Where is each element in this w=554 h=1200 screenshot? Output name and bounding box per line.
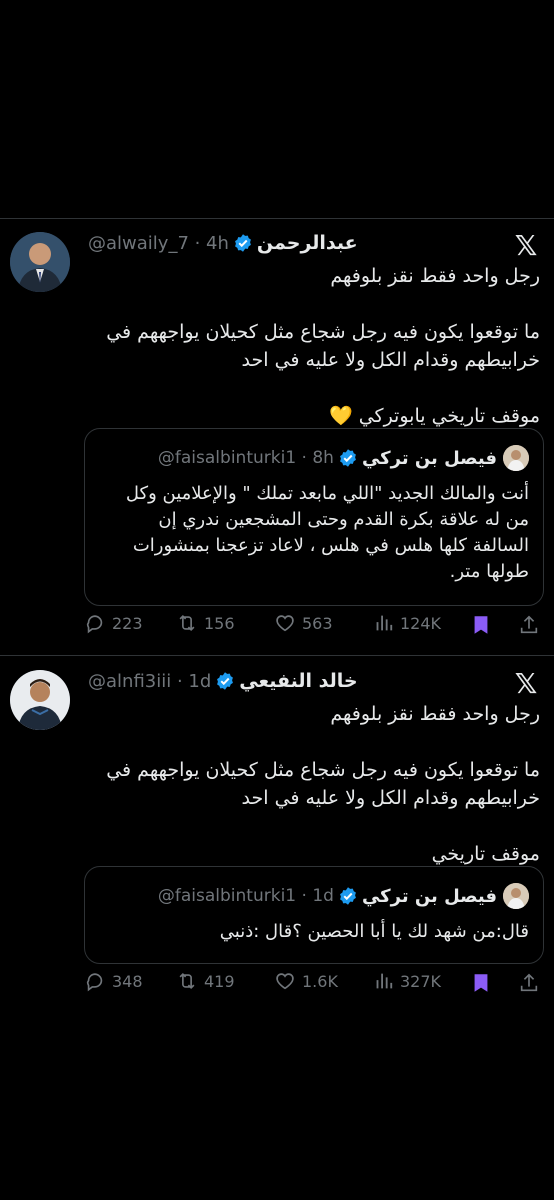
quote-handle: @faisalbinturki1 · 8h — [157, 448, 334, 468]
quote-header: @faisalbinturki1 · 8h فيصل بن تركي — [158, 445, 529, 471]
quote-avatar — [503, 445, 529, 471]
bookmark-icon[interactable] — [470, 972, 492, 994]
reply-icon — [86, 973, 103, 992]
retweet-button[interactable]: 156 — [176, 612, 235, 634]
quote-text: أنت والمالك الجديد "اللي مابعد تملك " وا… — [120, 483, 529, 582]
quoted-tweet[interactable]: @faisalbinturki1 · 8h فيصل بن تركي أنت و… — [84, 428, 544, 606]
handle[interactable]: @alwaily_7 · 4h — [88, 233, 229, 254]
tweet-1[interactable]: 𝕏 @alwaily_7 · 4h عبدالرحمن رجل واحد فقط… — [0, 218, 554, 654]
x-logo-icon: 𝕏 — [514, 667, 538, 700]
tweet-header: @alnfi3iii · 1d خالد النفيعي — [88, 666, 358, 696]
reply-button[interactable]: 348 — [84, 970, 143, 992]
quote-text: قال:من شهد لك يا أبا الحصين ؟قال :ذنبي — [219, 921, 529, 942]
reply-button[interactable]: 223 — [84, 612, 143, 634]
quote-display-name: فيصل بن تركي — [361, 885, 497, 907]
heart-icon — [276, 973, 294, 990]
views-icon — [376, 615, 393, 631]
display-name[interactable]: خالد النفيعي — [239, 670, 357, 692]
like-count: 1.6K — [302, 971, 338, 991]
quote-handle: @faisalbinturki1 · 1d — [157, 886, 334, 906]
reply-icon — [86, 615, 103, 634]
retweet-count: 419 — [204, 971, 235, 991]
quoted-tweet[interactable]: @faisalbinturki1 · 1d فيصل بن تركي قال:م… — [84, 866, 544, 964]
quote-display-name: فيصل بن تركي — [361, 447, 497, 469]
retweet-count: 156 — [204, 613, 235, 633]
views-icon — [376, 973, 393, 989]
x-logo-icon: 𝕏 — [514, 229, 538, 262]
like-button[interactable]: 563 — [274, 612, 333, 634]
retweet-icon — [179, 972, 195, 990]
handle[interactable]: @alnfi3iii · 1d — [88, 671, 211, 692]
verified-badge-icon — [340, 887, 356, 905]
tweet-text: رجل واحد فقط نقز بلوفهم ما توقعوا يكون ف… — [106, 703, 540, 865]
heart-icon — [276, 615, 294, 632]
share-icon[interactable] — [518, 614, 540, 636]
like-count: 563 — [302, 613, 333, 633]
tweet-actions: 348 419 1.6K 327K — [0, 970, 554, 1000]
bookmark-icon[interactable] — [470, 614, 492, 636]
avatar[interactable] — [10, 232, 70, 292]
avatar[interactable] — [10, 670, 70, 730]
tweet-actions: 223 156 563 124K — [0, 612, 554, 642]
share-icon[interactable] — [518, 972, 540, 994]
views-button[interactable]: 124K — [372, 612, 441, 634]
display-name[interactable]: عبدالرحمن — [257, 232, 358, 254]
retweet-icon — [179, 614, 195, 632]
views-button[interactable]: 327K — [372, 970, 441, 992]
views-count: 124K — [400, 613, 442, 633]
retweet-button[interactable]: 419 — [176, 970, 235, 992]
quote-header: @faisalbinturki1 · 1d فيصل بن تركي — [158, 883, 529, 909]
views-count: 327K — [400, 971, 442, 991]
tweet-text: رجل واحد فقط نقز بلوفهم ما توقعوا يكون ف… — [106, 265, 540, 427]
tweet-2[interactable]: 𝕏 @alnfi3iii · 1d خالد النفيعي رجل واحد … — [0, 656, 554, 1016]
reply-count: 348 — [112, 971, 143, 991]
like-button[interactable]: 1.6K — [274, 970, 338, 992]
reply-count: 223 — [112, 613, 143, 633]
tweet-header: @alwaily_7 · 4h عبدالرحمن — [88, 228, 358, 258]
verified-badge-icon — [235, 234, 251, 252]
verified-badge-icon — [217, 672, 234, 690]
verified-badge-icon — [340, 449, 356, 467]
quote-avatar — [503, 883, 529, 909]
